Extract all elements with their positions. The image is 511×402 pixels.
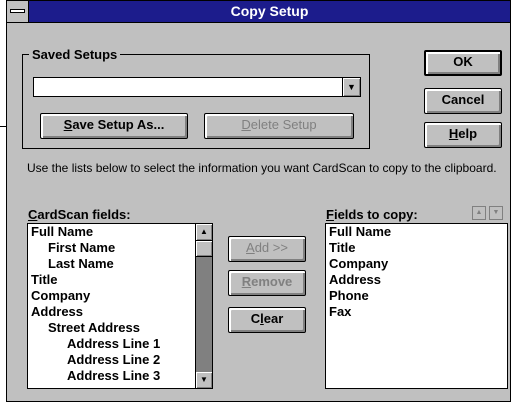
cardscan-field-item[interactable]: Street Address (28, 320, 160, 336)
cardscan-field-item[interactable]: Last Name (28, 256, 160, 272)
title-bar: Copy Setup (7, 1, 510, 23)
copy-field-item[interactable]: Fax (326, 304, 391, 320)
copy-field-item[interactable]: Phone (326, 288, 391, 304)
add-button[interactable]: Add >> (228, 236, 306, 262)
scroll-up-arrow-icon[interactable]: ▲ (196, 224, 212, 240)
fields-to-copy-list[interactable]: Full Name Title Company Address Phone Fax (325, 223, 508, 389)
copy-field-item[interactable]: Company (326, 256, 391, 272)
copy-field-item[interactable]: Address (326, 272, 391, 288)
fields-to-copy-label: Fields to copy: (326, 207, 418, 222)
saved-setups-combo[interactable]: ▼ (33, 77, 361, 97)
scroll-thumb[interactable] (196, 240, 212, 257)
reorder-buttons: ▲ ▼ (472, 206, 506, 220)
cardscan-fields-label: CardScan fields: (28, 207, 131, 222)
move-down-arrow-icon[interactable]: ▼ (489, 206, 503, 220)
cancel-button[interactable]: Cancel (424, 88, 502, 114)
ok-button[interactable]: OK (424, 50, 502, 76)
cardscan-field-item[interactable]: Address (28, 304, 160, 320)
cardscan-fields-items: Full Name First Name Last Name Title Company… (28, 224, 160, 384)
cardscan-field-item[interactable]: Address Line 2 (28, 352, 160, 368)
scroll-down-arrow-icon[interactable]: ▼ (196, 372, 212, 388)
system-menu-button[interactable] (7, 1, 29, 22)
cardscan-field-item[interactable]: First Name (28, 240, 160, 256)
cardscan-field-item[interactable]: Address Line 1 (28, 336, 160, 352)
cardscan-field-item[interactable]: Title (28, 272, 160, 288)
fields-to-copy-items: Full Name Title Company Address Phone Fax (326, 224, 391, 320)
cardscan-fields-list[interactable]: Full Name First Name Last Name Title Company… (27, 223, 213, 389)
cardscan-field-item[interactable]: Address Line 3 (28, 368, 160, 384)
saved-setups-label: Saved Setups (29, 47, 121, 62)
clear-button[interactable]: Clear (228, 307, 306, 333)
window-title: Copy Setup (230, 3, 309, 19)
cardscan-field-item[interactable]: Full Name (28, 224, 160, 240)
save-setup-as-button[interactable]: Save Setup As... (40, 113, 188, 139)
system-menu-icon (10, 9, 25, 13)
copy-field-item[interactable]: Title (326, 240, 391, 256)
move-up-arrow-icon[interactable]: ▲ (472, 206, 486, 220)
remove-button[interactable]: Remove (228, 270, 306, 296)
dropdown-arrow-icon[interactable]: ▼ (342, 78, 360, 96)
instructions-text: Use the lists below to select the inform… (27, 161, 497, 175)
cardscan-fields-scrollbar[interactable]: ▲ ▼ (195, 224, 212, 388)
copy-field-item[interactable]: Full Name (326, 224, 391, 240)
delete-setup-button[interactable]: Delete Setup (204, 113, 354, 139)
cardscan-field-item[interactable]: Company (28, 288, 160, 304)
help-button[interactable]: Help (424, 122, 502, 148)
